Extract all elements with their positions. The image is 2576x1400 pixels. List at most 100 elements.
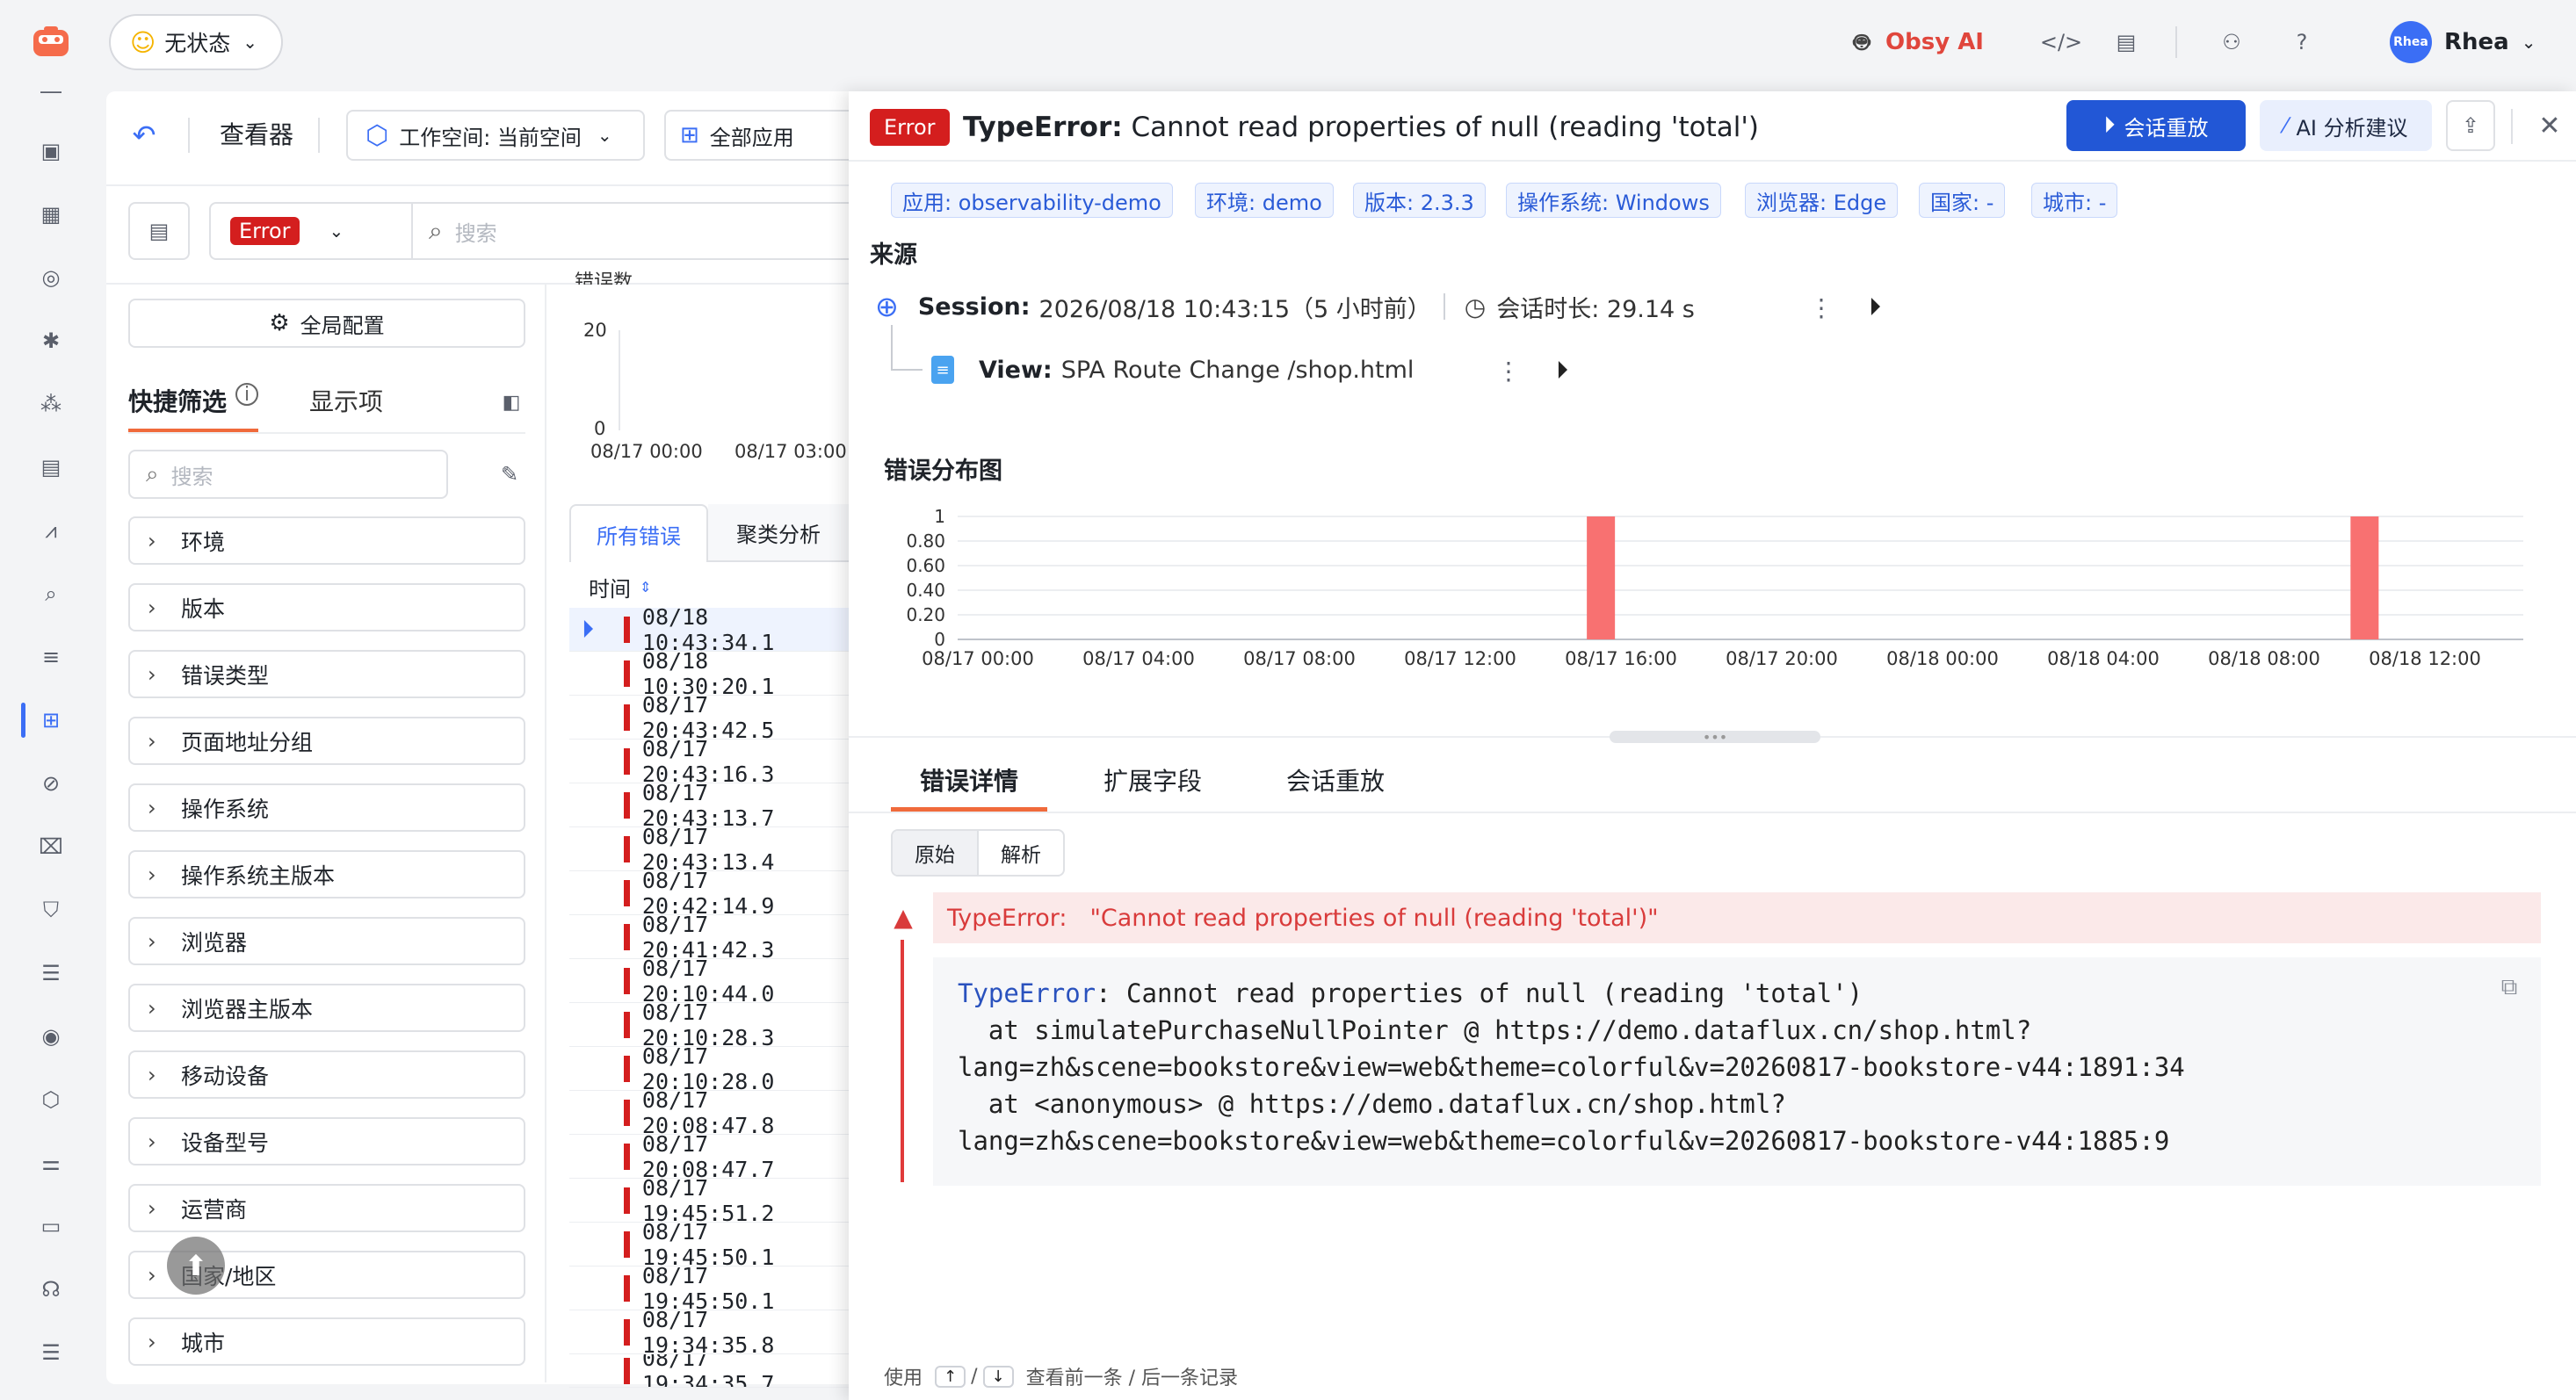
chart-bar[interactable] (2350, 516, 2379, 639)
chevron-right-icon: › (148, 1063, 156, 1087)
error-level-bar (624, 1230, 630, 1258)
chevron-right-icon: › (148, 1129, 156, 1154)
table-row[interactable]: 08/17 20:41:42.3 (569, 912, 850, 963)
resize-handle[interactable]: ••• (1610, 729, 1820, 746)
filter-item-label: 浏览器主版本 (181, 996, 314, 1022)
error-type-label: TypeError: (947, 904, 1067, 932)
keyboard-hint: 使用 ↑ / ↓ 查看前一条 / 后一条记录 (884, 1360, 1238, 1393)
distribution-chart (958, 516, 2523, 640)
x-tick-label: 08/17 00:00 (922, 648, 1034, 669)
table-row[interactable]: 08/17 20:10:44.0 (569, 956, 850, 1007)
filter-item[interactable]: › 城市 (128, 1317, 525, 1366)
filter-item-label: 页面地址分组 (181, 729, 314, 755)
filter-item[interactable]: › 操作系统 (128, 783, 525, 832)
stack-line: lang=zh&scene=bookstore&view=web&theme=c… (958, 1126, 2170, 1156)
chevron-right-icon: › (148, 929, 156, 954)
error-level-bar (624, 923, 630, 950)
filter-item[interactable]: › 浏览器主版本 (128, 984, 525, 1032)
x-tick-label: 08/18 08:00 (2208, 648, 2320, 669)
table-row[interactable]: 08/17 20:43:16.3 (569, 736, 850, 787)
scroll-top-button[interactable]: ⬆ (167, 1237, 225, 1295)
settings-sliders-icon[interactable]: ⚌ (30, 1142, 72, 1184)
table-row[interactable]: 08/17 20:43:42.5 (569, 692, 850, 743)
chevron-right-icon: › (148, 1330, 156, 1354)
chevron-right-icon: › (148, 996, 156, 1021)
table-row[interactable]: 08/17 19:34:35.7 (569, 1354, 850, 1388)
error-level-bar (624, 1357, 630, 1384)
filter-item-label: 浏览器 (181, 929, 248, 956)
parse-mode-button[interactable]: 解析 (977, 831, 1063, 875)
table-row[interactable]: 08/17 19:45:51.2 (569, 1175, 850, 1226)
filter-item[interactable]: › 运营商 (128, 1184, 525, 1232)
stack-keyword: TypeError (958, 978, 1096, 1008)
hint-text: 查看前一条 / 后一条记录 (1025, 1368, 1239, 1389)
table-row[interactable]: 08/17 20:10:28.3 (569, 999, 850, 1050)
row-time: 08/17 19:34:35.8 (641, 1306, 775, 1358)
billing-icon[interactable]: ▭ (30, 1205, 72, 1247)
error-level-bar (624, 1318, 630, 1346)
tab-session-replay[interactable]: 会话重放 (1286, 762, 1385, 797)
filter-item-label: 操作系统主版本 (181, 862, 336, 889)
support-icon[interactable]: ☊ (30, 1268, 72, 1310)
filter-item[interactable]: › 页面地址分组 (128, 717, 525, 765)
arrow-up-key: ↑ (935, 1365, 966, 1388)
table-row[interactable]: 08/17 19:45:50.1 (569, 1263, 850, 1314)
error-level-bar (624, 879, 630, 906)
filter-item[interactable]: › 设备型号 (128, 1117, 525, 1165)
filter-item-label: 移动设备 (181, 1063, 270, 1089)
error-level-bar (624, 967, 630, 994)
filter-item[interactable]: › 浏览器 (128, 917, 525, 965)
error-level-bar (624, 1055, 630, 1082)
table-row[interactable]: 08/17 20:43:13.4 (569, 824, 850, 875)
x-tick-label: 08/18 00:00 (1886, 648, 1999, 669)
chevron-right-icon: › (148, 862, 156, 887)
arrow-down-key: ↓ (982, 1365, 1014, 1388)
monitor-icon[interactable]: ◉ (30, 1015, 72, 1057)
view-mode-toggle: 原始 解析 (891, 829, 1065, 877)
filter-item-label: 操作系统 (181, 796, 270, 822)
x-tick-label: 08/17 12:00 (1404, 648, 1516, 669)
table-row[interactable]: 08/17 19:34:35.8 (569, 1307, 850, 1358)
database-icon[interactable]: ☰ (30, 952, 72, 994)
x-tick-label: 08/17 04:00 (1082, 648, 1195, 669)
divider (849, 812, 2576, 813)
copy-icon[interactable]: ⧉ (2493, 971, 2525, 1003)
stack-line: lang=zh&scene=bookstore&view=web&theme=c… (958, 1052, 2185, 1082)
filter-item[interactable]: › 移动设备 (128, 1050, 525, 1099)
security-icon[interactable]: ⛉ (30, 889, 72, 931)
error-level-bar (624, 747, 630, 775)
stack-line: TypeError: Cannot read properties of nul… (958, 975, 2541, 1012)
x-tick-label: 08/17 08:00 (1243, 648, 1356, 669)
table-row[interactable]: 08/17 20:08:47.8 (569, 1087, 850, 1138)
tab-error-detail[interactable]: 错误详情 (891, 762, 1047, 812)
table-row[interactable]: 08/17 19:45:50.1 (569, 1219, 850, 1270)
stack-line: at simulatePurchaseNullPointer @ https:/… (958, 1015, 2032, 1045)
hint-use: 使用 (884, 1368, 923, 1389)
table-row[interactable]: 08/17 20:42:14.9 (569, 868, 850, 919)
warning-icon: ▲ (894, 902, 913, 932)
chevron-right-icon: › (148, 1263, 156, 1288)
error-message-banner: TypeError: "Cannot read properties of nu… (933, 892, 2541, 943)
table-row[interactable]: 08/17 20:43:13.7 (569, 780, 850, 831)
x-tick-label: 08/18 04:00 (2047, 648, 2160, 669)
x-tick-label: 08/17 16:00 (1565, 648, 1677, 669)
raw-mode-button[interactable]: 原始 (893, 831, 977, 875)
error-message-text: "Cannot read properties of null (reading… (1089, 904, 1659, 932)
chevron-right-icon: › (148, 1196, 156, 1221)
filter-item-label: 城市 (181, 1330, 226, 1356)
filter-item[interactable]: › 操作系统主版本 (128, 850, 525, 898)
error-level-bar (624, 1099, 630, 1126)
tab-extended-fields[interactable]: 扩展字段 (1103, 762, 1202, 797)
error-level-bar (624, 1274, 630, 1302)
filter-item-label: 运营商 (181, 1196, 248, 1223)
box-icon[interactable]: ⬡ (30, 1079, 72, 1121)
chevron-right-icon: › (148, 729, 156, 754)
rum-apps-icon[interactable]: ⊞ (30, 699, 72, 741)
table-row[interactable]: 08/17 20:08:47.7 (569, 1131, 850, 1182)
collapse-menu-icon[interactable]: ☰ (30, 1331, 72, 1374)
robot-icon[interactable]: ⌧ (30, 826, 72, 868)
chart-bar[interactable] (1587, 516, 1616, 639)
synthetic-icon[interactable]: ⊘ (30, 762, 72, 805)
table-row[interactable]: 08/17 20:10:28.0 (569, 1043, 850, 1094)
error-level-bar (624, 791, 630, 819)
